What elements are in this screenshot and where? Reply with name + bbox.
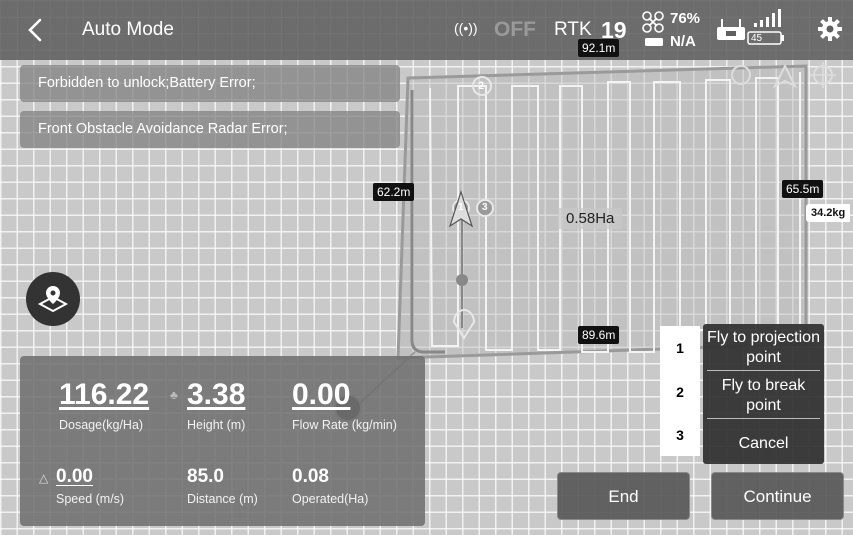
speed-triangle-icon: △ <box>39 471 49 485</box>
option-divider <box>707 370 820 371</box>
height-label: Height (m) <box>187 418 246 432</box>
distance-label-bottom: 89.6m <box>578 326 620 344</box>
map-layer-button[interactable] <box>26 272 80 326</box>
distance-value: 85.0 <box>187 466 224 487</box>
waypoint-2-label: 2 <box>478 80 485 92</box>
flow-rate-label: Flow Rate (kg/min) <box>292 418 397 432</box>
speed-label: Speed (m/s) <box>56 492 125 506</box>
distance-label-top: 92.1m <box>578 39 620 57</box>
back-icon[interactable] <box>22 14 50 46</box>
dosage-label: Dosage(kg/Ha) <box>59 418 144 432</box>
rc-signal-bars-icon <box>754 9 781 27</box>
drone-battery-percent: 76% <box>670 10 701 27</box>
dosage-value[interactable]: 116.22 <box>59 378 149 412</box>
continue-button[interactable]: Continue <box>711 472 844 520</box>
payload-weight-badge: 34.2kg <box>806 204 851 222</box>
end-button[interactable]: End <box>557 472 690 520</box>
field-area-label: 0.58Ha <box>558 208 623 229</box>
speed-value[interactable]: 0.00 <box>56 466 93 488</box>
gear-icon[interactable] <box>817 16 843 42</box>
cancel-option[interactable]: Cancel <box>703 434 824 454</box>
top-bar: Auto Mode ((•)) OFF RTK 19 76% N/A 45 <box>0 0 853 60</box>
rc-battery-value: 45 <box>751 33 763 44</box>
remote-controller-icon <box>717 19 745 40</box>
option-divider <box>707 418 820 419</box>
radar-error-warning: Front Obstacle Avoidance Radar Error; <box>20 111 400 148</box>
fly-to-break-point-option[interactable]: Fly to break point <box>703 376 824 416</box>
flow-rate-value[interactable]: 0.00 <box>292 378 350 412</box>
page-title: Auto Mode <box>82 19 174 40</box>
fly-to-projection-point-option[interactable]: Fly to projection point <box>703 328 824 368</box>
flight-stats-panel: 116.22 Dosage(kg/Ha) ♣ 3.38 Height (m) 0… <box>20 356 425 526</box>
battery-error-warning: Forbidden to unlock;Battery Error; <box>20 65 400 102</box>
waypoint-3-label: 3 <box>482 202 488 213</box>
option-number-3: 3 <box>676 427 684 443</box>
option-number-1: 1 <box>676 340 684 356</box>
distance-label: Distance (m) <box>187 492 258 506</box>
distance-label-left: 62.2m <box>373 183 415 201</box>
drone-icon <box>642 11 664 33</box>
broadcast-signal-icon: ((•)) <box>454 20 478 36</box>
option-number-column: 1 2 3 <box>660 326 700 456</box>
drone-battery-icon <box>645 38 663 46</box>
signal-status: OFF <box>494 18 536 41</box>
map-pin-layers-icon <box>37 286 69 313</box>
operated-label: Operated(Ha) <box>292 492 369 506</box>
option-number-2: 2 <box>676 384 684 400</box>
rtk-label: RTK <box>554 19 592 40</box>
height-value[interactable]: 3.38 <box>187 378 245 412</box>
distance-label-right: 65.5m <box>782 180 824 198</box>
waypoint-1-label: 1 <box>458 202 464 213</box>
resume-options-menu: Fly to projection point Fly to break poi… <box>703 324 824 464</box>
guide-point <box>456 274 468 286</box>
drone-status: N/A <box>670 33 696 50</box>
map-view[interactable]: 2 1 3 Auto Mode ((•)) OFF RTK 19 76% N/A <box>0 0 853 535</box>
dosage-lock-icon: ♣ <box>170 388 178 402</box>
operated-value: 0.08 <box>292 466 329 487</box>
